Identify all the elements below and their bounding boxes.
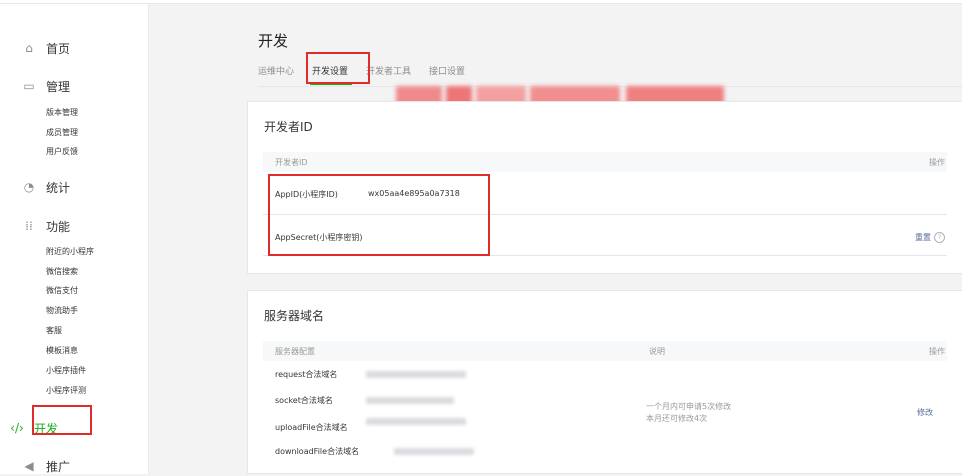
sidebar-item-features[interactable]: ⁞⁞ 功能 [22,216,70,236]
sidebar-item-label: 管理 [46,79,71,94]
blurred-domain [366,397,454,404]
sidebar-subitem[interactable]: 客服 [46,325,62,337]
sidebar-subitem[interactable]: 模板消息 [46,345,78,357]
tab-dev-tools[interactable]: 开发者工具 [366,62,411,82]
column-header: 开发者ID [275,158,308,167]
column-header: 服务器配置 [275,347,315,356]
sidebar-subitem[interactable]: 物流助手 [46,305,78,317]
sidebar-item-label: 首页 [46,41,71,56]
sidebar-subitem[interactable]: 版本管理 [46,107,78,119]
reset-label: 重置 [915,233,931,242]
column-header: 操作 [929,158,945,167]
grid-icon: ⁞⁞ [25,219,33,233]
column-header: 操作 [929,347,945,356]
sidebar-subitem[interactable]: 附近的小程序 [46,246,94,258]
card-title: 服务器域名 [264,309,325,323]
develop-highlight-box [32,405,92,435]
modify-desc: 一个月内可申请5次修改 [646,402,732,411]
sidebar-item-promote[interactable]: ◀ 推广 [22,456,70,476]
domain-row-label: downloadFile合法域名 [275,447,360,456]
table-header: 服务器配置 说明 操作 [263,341,947,361]
sidebar-subitem[interactable]: 用户反馈 [46,146,78,158]
server-domain-card: 服务器域名 服务器配置 说明 操作 request合法域名 socket合法域名… [247,290,962,474]
modify-desc: 本月还可修改4次 [646,414,708,423]
card-title: 开发者ID [264,120,313,134]
tab-ops-center[interactable]: 运维中心 [258,62,294,82]
blurred-domain [394,448,474,455]
inbox-icon: ▭ [23,79,35,93]
sidebar-item-label: 推广 [46,459,71,474]
blurred-domain [366,371,466,378]
domain-row-label: socket合法域名 [275,396,333,405]
sidebar-subitem[interactable]: 微信支付 [46,285,78,297]
sidebar-item-label: 功能 [46,219,71,234]
pie-chart-icon: ◔ [23,180,35,194]
code-icon: ‹/› [10,421,24,435]
sidebar-subitem[interactable]: 小程序插件 [46,365,86,377]
sidebar: ⌂ 首页 ▭ 管理 版本管理 成员管理 用户反馈 ◔ 统计 ⁞⁞ 功能 附近的小… [0,4,149,474]
sidebar-item-stats[interactable]: ◔ 统计 [22,177,70,197]
column-header: 说明 [649,347,665,356]
help-icon[interactable]: ? [934,232,945,243]
tab-bar: 运维中心 开发设置 开发者工具 接口设置 [258,62,483,85]
home-icon: ⌂ [25,41,33,55]
megaphone-icon: ◀ [24,459,34,473]
sidebar-subitem[interactable]: 小程序评测 [46,385,86,397]
blurred-domain [366,418,466,425]
domain-row-label: request合法域名 [275,370,338,379]
sidebar-subitem[interactable]: 微信搜索 [46,266,78,278]
sidebar-item-home[interactable]: ⌂ 首页 [22,38,70,58]
tab-api-settings[interactable]: 接口设置 [429,62,465,82]
edit-domain-button[interactable]: 修改 [917,407,933,418]
domain-row-label: uploadFile合法域名 [275,423,348,432]
tab-highlight-box [306,52,370,84]
sidebar-item-label: 统计 [46,180,71,195]
table-header: 开发者ID 操作 [263,152,947,172]
page-title: 开发 [258,32,289,50]
sidebar-subitem[interactable]: 成员管理 [46,127,78,139]
reset-secret-button[interactable]: 重置 [915,232,931,243]
appid-highlight-box [268,174,490,256]
sidebar-item-manage[interactable]: ▭ 管理 [22,76,70,96]
